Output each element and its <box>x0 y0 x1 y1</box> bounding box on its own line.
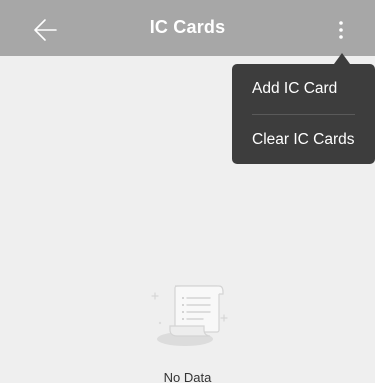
ic-cards-screen: IC Cards Add IC Card Clear IC Cards No D… <box>0 0 375 383</box>
more-vertical-icon <box>339 21 343 39</box>
add-ic-card-menu-item[interactable]: Add IC Card <box>252 64 355 114</box>
app-header: IC Cards <box>0 0 375 56</box>
page-title: IC Cards <box>149 17 226 37</box>
empty-document-icon <box>151 285 228 346</box>
clear-ic-cards-menu-item[interactable]: Clear IC Cards <box>252 115 355 165</box>
options-menu: Add IC Card Clear IC Cards <box>232 64 375 164</box>
menu-pointer <box>334 53 350 64</box>
empty-state: No Data <box>0 278 375 383</box>
more-options-button[interactable] <box>328 14 354 44</box>
empty-state-text: No Data <box>163 370 212 383</box>
